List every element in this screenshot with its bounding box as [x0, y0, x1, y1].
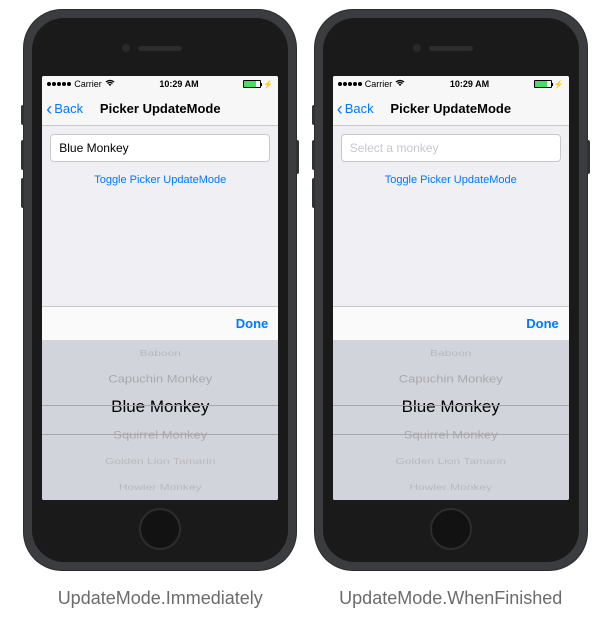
picker-items: Baboon Capuchin Monkey Blue Monkey Squir… — [333, 340, 569, 500]
power-button — [587, 140, 590, 174]
back-label: Back — [54, 101, 83, 116]
picker-item[interactable]: Squirrel Monkey — [333, 424, 569, 446]
picker-item[interactable]: Howler Monkey — [333, 478, 569, 496]
picker-item[interactable]: Capuchin Monkey — [42, 368, 278, 390]
screen-left: Carrier 10:29 AM ⚡ ‹ — [42, 76, 278, 500]
picker-item-selected[interactable]: Blue Monkey — [42, 392, 278, 422]
picker-item[interactable]: Howler Monkey — [42, 478, 278, 496]
phone-frame-left: Carrier 10:29 AM ⚡ ‹ — [24, 10, 296, 570]
signal-icon — [47, 82, 71, 86]
screen-right: Carrier 10:29 AM ⚡ ‹ — [333, 76, 569, 500]
nav-bar: ‹ Back Picker UpdateMode — [42, 92, 278, 126]
monkey-input[interactable]: Select a monkey — [341, 134, 561, 162]
picker-wheel[interactable]: Baboon Capuchin Monkey Blue Monkey Squir… — [333, 340, 569, 500]
picker-item[interactable]: Squirrel Monkey — [42, 424, 278, 446]
back-label: Back — [345, 101, 374, 116]
phone-left-column: Carrier 10:29 AM ⚡ ‹ — [24, 10, 296, 609]
status-bar: Carrier 10:29 AM ⚡ — [42, 76, 278, 92]
phones-container: Carrier 10:29 AM ⚡ ‹ — [0, 10, 611, 609]
picker-accessory-bar: Done — [42, 306, 278, 340]
input-placeholder: Select a monkey — [350, 141, 439, 155]
speaker-grill — [138, 46, 182, 51]
mute-switch — [21, 105, 24, 125]
page-title: Picker UpdateMode — [100, 101, 221, 116]
volume-down-button — [21, 178, 24, 208]
speaker-grill — [429, 46, 473, 51]
chevron-left-icon: ‹ — [46, 100, 52, 118]
volume-down-button — [312, 178, 315, 208]
home-button[interactable] — [430, 508, 472, 550]
carrier-label: Carrier — [74, 79, 102, 89]
phone-frame-right: Carrier 10:29 AM ⚡ ‹ — [315, 10, 587, 570]
front-camera — [122, 44, 130, 52]
status-time: 10:29 AM — [159, 79, 198, 89]
caption-right: UpdateMode.WhenFinished — [339, 588, 562, 609]
picker-items: Baboon Capuchin Monkey Blue Monkey Squir… — [42, 340, 278, 500]
toggle-updatemode-link[interactable]: Toggle Picker UpdateMode — [50, 174, 270, 186]
status-time: 10:29 AM — [450, 79, 489, 89]
home-button[interactable] — [139, 508, 181, 550]
content-area: Blue Monkey Toggle Picker UpdateMode — [42, 126, 278, 306]
done-button[interactable]: Done — [236, 316, 269, 331]
page-title: Picker UpdateMode — [390, 101, 511, 116]
toggle-updatemode-link[interactable]: Toggle Picker UpdateMode — [341, 174, 561, 186]
picker-item-selected[interactable]: Blue Monkey — [333, 392, 569, 422]
phone-inner-left: Carrier 10:29 AM ⚡ ‹ — [32, 18, 288, 562]
carrier-label: Carrier — [365, 79, 393, 89]
picker-item[interactable]: Golden Lion Tamarin — [333, 452, 569, 470]
volume-up-button — [312, 140, 315, 170]
phone-right-column: Carrier 10:29 AM ⚡ ‹ — [315, 10, 587, 609]
power-button — [296, 140, 299, 174]
wifi-icon — [395, 79, 405, 89]
back-button[interactable]: ‹ Back — [46, 100, 83, 118]
battery-icon — [243, 80, 261, 88]
picker-item[interactable]: Baboon — [333, 344, 569, 362]
status-right: ⚡ — [534, 80, 564, 89]
chevron-left-icon: ‹ — [337, 100, 343, 118]
done-button[interactable]: Done — [526, 316, 559, 331]
caption-left: UpdateMode.Immediately — [58, 588, 263, 609]
front-camera — [413, 44, 421, 52]
charging-icon: ⚡ — [554, 80, 564, 89]
picker-accessory-bar: Done — [333, 306, 569, 340]
status-left: Carrier — [338, 79, 406, 89]
status-right: ⚡ — [243, 80, 273, 89]
mute-switch — [312, 105, 315, 125]
status-bar: Carrier 10:29 AM ⚡ — [333, 76, 569, 92]
volume-up-button — [21, 140, 24, 170]
charging-icon: ⚡ — [263, 80, 273, 89]
picker-item[interactable]: Golden Lion Tamarin — [42, 452, 278, 470]
picker-wheel[interactable]: Baboon Capuchin Monkey Blue Monkey Squir… — [42, 340, 278, 500]
nav-bar: ‹ Back Picker UpdateMode — [333, 92, 569, 126]
input-value: Blue Monkey — [59, 141, 128, 155]
wifi-icon — [105, 79, 115, 89]
signal-icon — [338, 82, 362, 86]
content-area: Select a monkey Toggle Picker UpdateMode — [333, 126, 569, 306]
status-left: Carrier — [47, 79, 115, 89]
battery-icon — [534, 80, 552, 88]
picker-item[interactable]: Capuchin Monkey — [333, 368, 569, 390]
picker-item[interactable]: Baboon — [42, 344, 278, 362]
monkey-input[interactable]: Blue Monkey — [50, 134, 270, 162]
phone-inner-right: Carrier 10:29 AM ⚡ ‹ — [323, 18, 579, 562]
back-button[interactable]: ‹ Back — [337, 100, 374, 118]
